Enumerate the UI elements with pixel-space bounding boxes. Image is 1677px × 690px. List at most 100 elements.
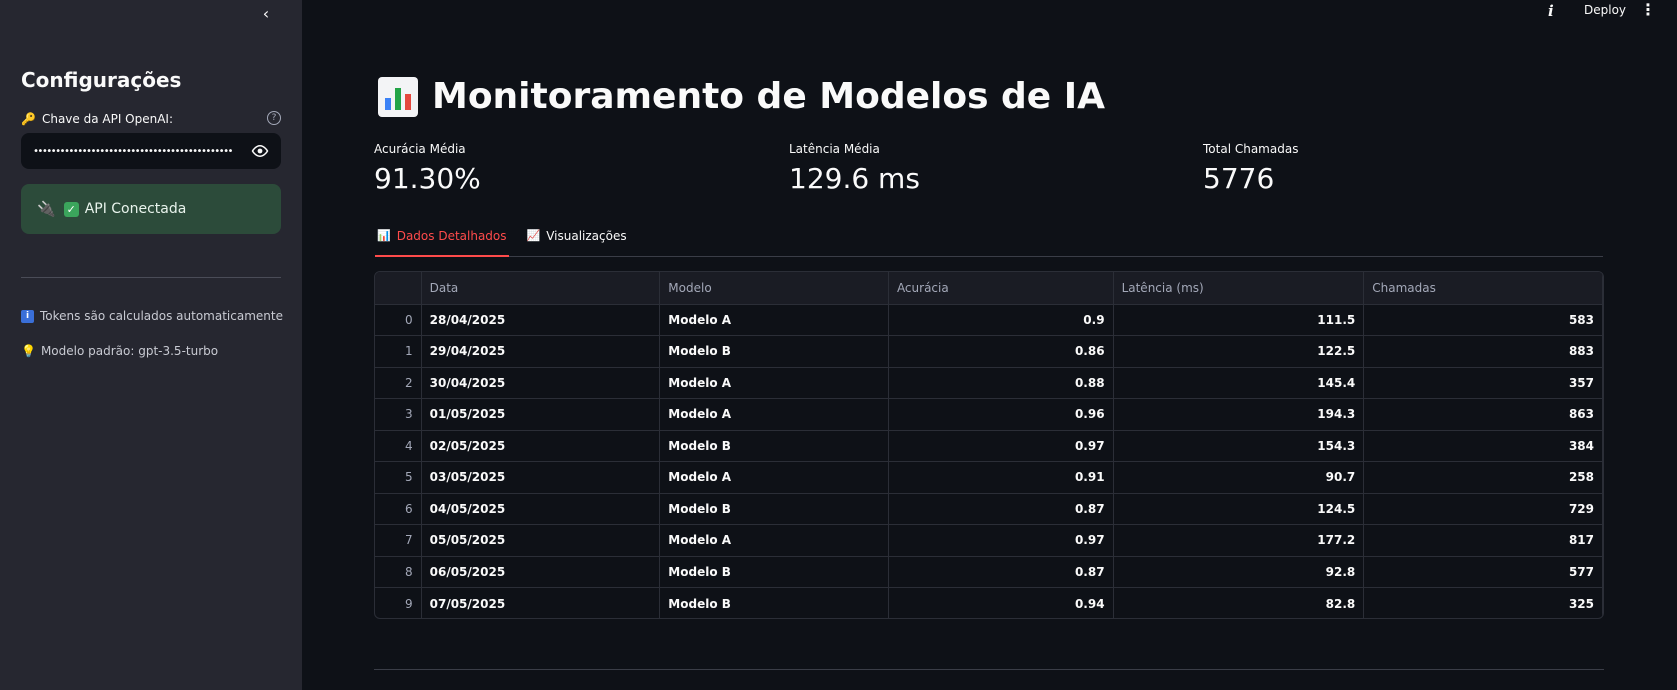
column-header-chamadas[interactable]: Chamadas — [1363, 272, 1603, 305]
lightbulb-icon: 💡 — [21, 344, 36, 358]
table-cell[interactable]: 2 — [375, 367, 422, 399]
table-cell[interactable]: 258 — [1363, 461, 1603, 494]
table-cell[interactable]: Modelo B — [659, 493, 889, 525]
column-header-data[interactable]: Data — [421, 272, 661, 305]
table-cell[interactable]: 111.5 — [1113, 304, 1365, 336]
api-key-field[interactable] — [21, 133, 281, 169]
bottom-divider — [374, 669, 1604, 670]
table-cell[interactable]: 02/05/2025 — [421, 430, 661, 462]
table-cell[interactable]: 0.94 — [888, 587, 1114, 618]
table-cell[interactable]: 6 — [375, 493, 422, 525]
table-cell[interactable]: Modelo A — [659, 461, 889, 494]
table-cell[interactable]: 0.9 — [888, 304, 1114, 336]
key-icon: 🔑 — [21, 112, 36, 126]
table-cell[interactable]: Modelo B — [659, 556, 889, 588]
plug-icon: 🔌 — [37, 200, 56, 218]
table-cell[interactable]: 583 — [1363, 304, 1603, 336]
table-row: 5 03/05/2025 Modelo A 0.91 90.7 258 — [375, 461, 1603, 494]
table-cell[interactable]: Modelo A — [659, 524, 889, 557]
table-cell[interactable]: 90.7 — [1113, 461, 1365, 494]
table-cell[interactable]: Modelo A — [659, 304, 889, 336]
table-cell[interactable]: 03/05/2025 — [421, 461, 661, 494]
table-cell[interactable]: 0.96 — [888, 398, 1114, 431]
table-cell[interactable]: Modelo A — [659, 367, 889, 399]
collapse-sidebar-icon[interactable]: ‹ — [256, 4, 276, 24]
table-cell[interactable]: 0.87 — [888, 493, 1114, 525]
table-cell[interactable]: 82.8 — [1113, 587, 1365, 618]
bar-chart-icon: 📊 — [377, 229, 391, 242]
table-cell[interactable]: 817 — [1363, 524, 1603, 557]
table-cell[interactable]: 357 — [1363, 367, 1603, 399]
deploy-button[interactable]: Deploy — [1584, 3, 1626, 17]
table-cell[interactable]: 0.97 — [888, 524, 1114, 557]
table-cell[interactable]: 729 — [1363, 493, 1603, 525]
column-header-modelo[interactable]: Modelo — [659, 272, 889, 305]
table-cell[interactable]: Modelo B — [659, 587, 889, 618]
table-cell[interactable]: 883 — [1363, 335, 1603, 368]
table-cell[interactable]: Modelo A — [659, 398, 889, 431]
table-cell[interactable]: 28/04/2025 — [421, 304, 661, 336]
table-cell[interactable]: 04/05/2025 — [421, 493, 661, 525]
table-cell[interactable]: 577 — [1363, 556, 1603, 588]
info-icon-button[interactable]: i — [1548, 2, 1554, 20]
table-cell[interactable]: 01/05/2025 — [421, 398, 661, 431]
table-cell[interactable]: 0.91 — [888, 461, 1114, 494]
table-row: 6 04/05/2025 Modelo B 0.87 124.5 729 — [375, 493, 1603, 525]
table-cell[interactable]: 06/05/2025 — [421, 556, 661, 588]
table-cell[interactable]: 4 — [375, 430, 422, 462]
sidebar-title: Configurações — [21, 68, 182, 92]
column-header-latencia[interactable]: Latência (ms) — [1113, 272, 1365, 305]
table-cell[interactable]: 0.86 — [888, 335, 1114, 368]
metric-value: 5776 — [1203, 162, 1275, 195]
table-cell[interactable]: 3 — [375, 398, 422, 431]
table-cell[interactable]: 8 — [375, 556, 422, 588]
tab-dados-detalhados[interactable]: 📊 Dados Detalhados — [375, 225, 509, 257]
table-cell[interactable]: 122.5 — [1113, 335, 1365, 368]
table-cell[interactable]: 325 — [1363, 587, 1603, 618]
table-cell[interactable]: Modelo B — [659, 335, 889, 368]
eye-icon[interactable] — [251, 143, 269, 159]
page-title-row: Monitoramento de Modelos de IA — [378, 76, 1105, 117]
column-header-acuracia[interactable]: Acurácia — [888, 272, 1114, 305]
table-cell[interactable]: 30/04/2025 — [421, 367, 661, 399]
table-cell[interactable]: 7 — [375, 524, 422, 557]
table-cell[interactable]: 1 — [375, 335, 422, 368]
table-cell[interactable]: 05/05/2025 — [421, 524, 661, 557]
check-icon: ✓ — [63, 201, 79, 217]
sidebar-divider — [21, 277, 281, 278]
table-cell[interactable]: 154.3 — [1113, 430, 1365, 462]
table-cell[interactable]: 0 — [375, 304, 422, 336]
table-row: 9 07/05/2025 Modelo B 0.94 82.8 325 — [375, 587, 1603, 618]
table-cell[interactable]: 0.88 — [888, 367, 1114, 399]
table-cell[interactable]: 145.4 — [1113, 367, 1365, 399]
table-row: 1 29/04/2025 Modelo B 0.86 122.5 883 — [375, 335, 1603, 368]
table-cell[interactable]: 194.3 — [1113, 398, 1365, 431]
table-cell[interactable]: 384 — [1363, 430, 1603, 462]
table-cell[interactable]: 177.2 — [1113, 524, 1365, 557]
table-cell[interactable]: 29/04/2025 — [421, 335, 661, 368]
model-info: 💡 Modelo padrão: gpt-3.5-turbo — [21, 344, 218, 358]
table-cell[interactable]: 0.97 — [888, 430, 1114, 462]
table-cell[interactable]: 863 — [1363, 398, 1603, 431]
table-cell[interactable]: 124.5 — [1113, 493, 1365, 525]
metric-accuracy: Acurácia Média 91.30% — [374, 142, 481, 195]
table-row: 0 28/04/2025 Modelo A 0.9 111.5 583 — [375, 304, 1603, 336]
info-icon: i — [21, 309, 34, 323]
tokens-info: i Tokens são calculados automaticamente — [21, 309, 283, 323]
help-icon[interactable]: ? — [267, 111, 281, 125]
metric-label: Acurácia Média — [374, 142, 466, 156]
table-row: 3 01/05/2025 Modelo A 0.96 194.3 863 — [375, 398, 1603, 431]
more-menu-icon[interactable]: ⋮ — [1640, 0, 1656, 19]
table-cell[interactable]: Modelo B — [659, 430, 889, 462]
column-header-index[interactable] — [375, 272, 422, 305]
metric-label: Latência Média — [789, 142, 880, 156]
table-cell[interactable]: 9 — [375, 587, 422, 618]
table-cell[interactable]: 5 — [375, 461, 422, 494]
tab-visualizacoes[interactable]: 📈 Visualizações — [525, 225, 629, 257]
tab-bar: 📊 Dados Detalhados 📈 Visualizações — [375, 225, 1603, 257]
data-table[interactable]: Data Modelo Acurácia Latência (ms) Chama… — [374, 271, 1604, 619]
table-cell[interactable]: 0.87 — [888, 556, 1114, 588]
table-cell[interactable]: 07/05/2025 — [421, 587, 661, 618]
table-cell[interactable]: 92.8 — [1113, 556, 1365, 588]
api-key-input[interactable] — [33, 145, 233, 157]
